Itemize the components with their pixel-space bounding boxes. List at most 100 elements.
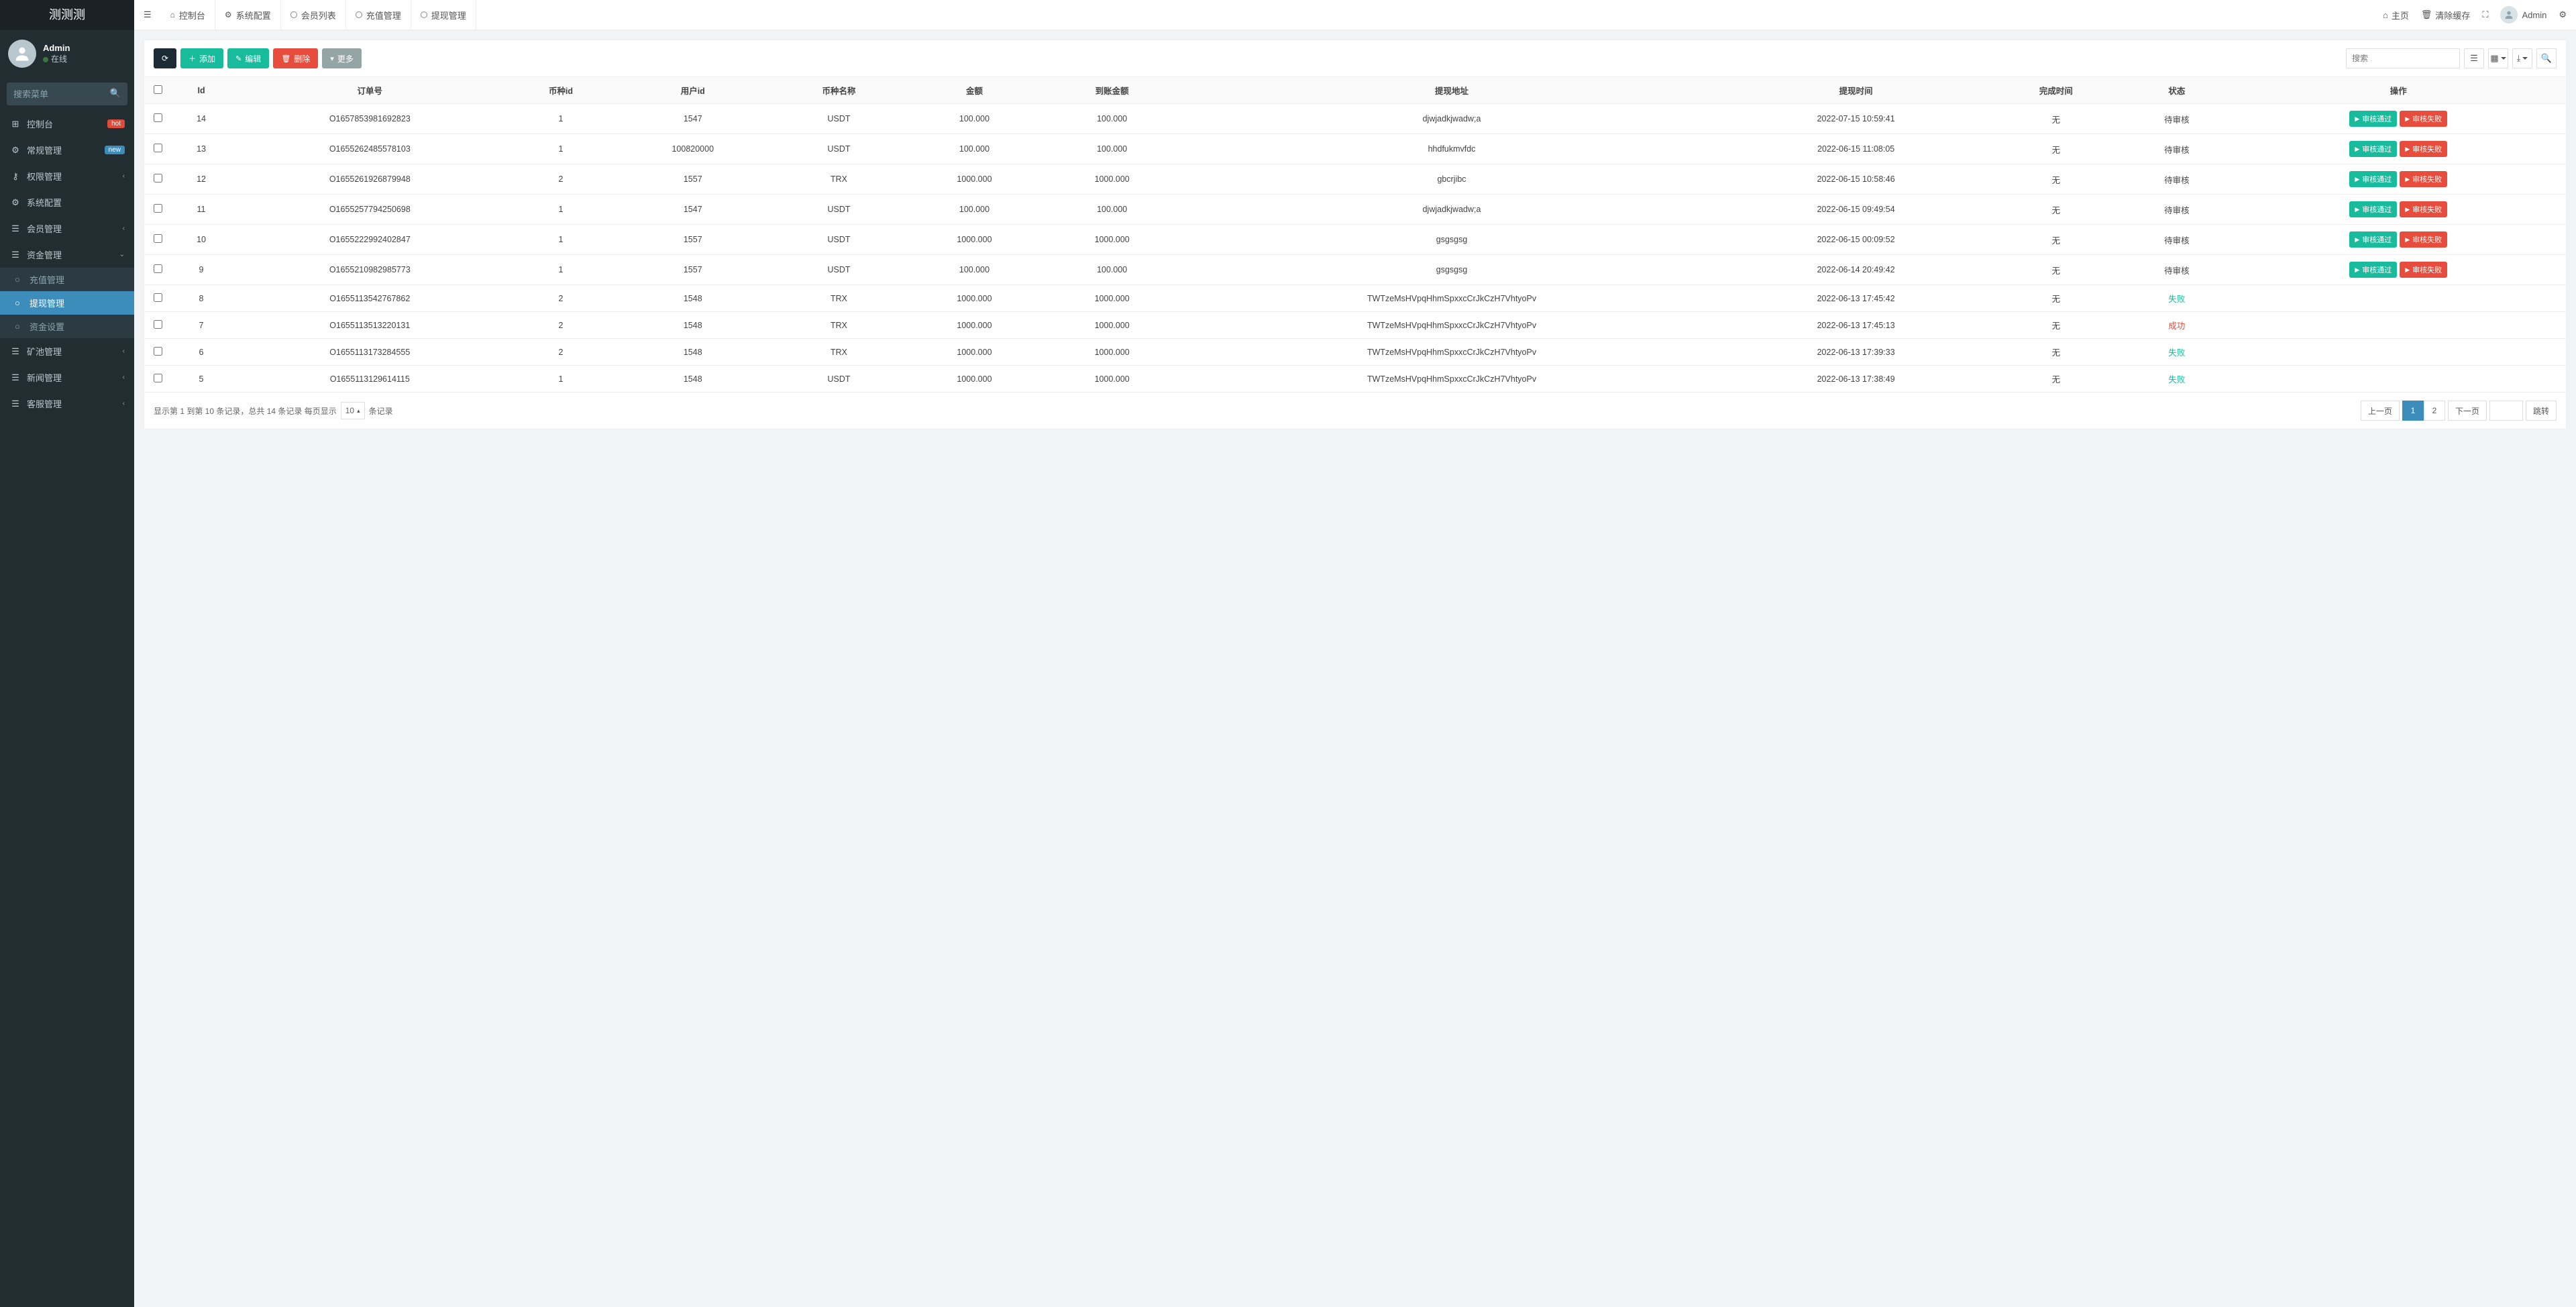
header-clear-cache[interactable]: 🗑清除缓存 bbox=[2421, 9, 2471, 21]
home-icon: ⌂ bbox=[2383, 10, 2388, 20]
play-icon: ▶ bbox=[2355, 146, 2359, 153]
tab-label: 控制台 bbox=[179, 9, 205, 21]
col-header[interactable]: 订单号 bbox=[231, 77, 508, 104]
sidebar-item-资金管理[interactable]: ☰资金管理 bbox=[0, 242, 134, 268]
cell-received: 1000.000 bbox=[1043, 285, 1181, 312]
cell-actions: ▶审核通过▶审核失败 bbox=[2231, 225, 2566, 255]
add-button[interactable]: ＋添加 bbox=[180, 48, 223, 68]
approve-button[interactable]: ▶审核通过 bbox=[2349, 141, 2397, 157]
sidebar-item-矿池管理[interactable]: ☰矿池管理 bbox=[0, 338, 134, 364]
approve-button[interactable]: ▶审核通过 bbox=[2349, 262, 2397, 278]
edit-button[interactable]: ✎编辑 bbox=[227, 48, 269, 68]
col-header[interactable]: 状态 bbox=[2123, 77, 2231, 104]
cell-status: 失败 bbox=[2123, 285, 2231, 312]
row-checkbox[interactable] bbox=[154, 234, 162, 243]
cell-received: 1000.000 bbox=[1043, 225, 1181, 255]
col-header[interactable]: 金额 bbox=[906, 77, 1043, 104]
cell-coin: USDT bbox=[772, 225, 906, 255]
sidebar-item-新闻管理[interactable]: ☰新闻管理 bbox=[0, 364, 134, 390]
cell-id: 7 bbox=[171, 312, 231, 339]
pager-prev[interactable]: 上一页 bbox=[2361, 401, 2400, 421]
menu-icon: ⊞ bbox=[9, 119, 21, 129]
sidebar-subitem-提现管理[interactable]: ○提现管理 bbox=[0, 291, 134, 315]
reject-button[interactable]: ▶审核失败 bbox=[2400, 141, 2447, 157]
columns-button[interactable]: ▦ bbox=[2488, 48, 2508, 68]
cell-addr: TWTzeMsHVpqHhmSpxxcCrJkCzH7VhtyoPv bbox=[1181, 339, 1723, 366]
col-header[interactable]: 操作 bbox=[2231, 77, 2566, 104]
tab-会员列表[interactable]: 会员列表 bbox=[281, 0, 346, 30]
tab-充值管理[interactable]: 充值管理 bbox=[346, 0, 411, 30]
cell-actions: ▶审核通过▶审核失败 bbox=[2231, 134, 2566, 164]
row-checkbox[interactable] bbox=[154, 144, 162, 152]
tab-控制台[interactable]: ⌂ 控制台 bbox=[161, 0, 215, 30]
pager-jump[interactable]: 跳转 bbox=[2526, 401, 2557, 421]
home-icon: ⌂ bbox=[170, 10, 175, 19]
app-logo: 测测测 bbox=[0, 0, 134, 30]
sidebar-item-系统配置[interactable]: ⚙系统配置 bbox=[0, 189, 134, 215]
header-fullscreen[interactable]: ⛶ bbox=[2482, 9, 2488, 20]
toggle-view-button[interactable]: ☰ bbox=[2464, 48, 2484, 68]
reject-button[interactable]: ▶审核失败 bbox=[2400, 111, 2447, 127]
table-row: 6 O1655113173284555 2 1548 TRX 1000.000 … bbox=[144, 339, 2566, 366]
tab-label: 系统配置 bbox=[236, 9, 271, 21]
col-header[interactable]: 到账金额 bbox=[1043, 77, 1181, 104]
sidebar-item-控制台[interactable]: ⊞控制台hot bbox=[0, 111, 134, 137]
row-checkbox[interactable] bbox=[154, 374, 162, 382]
row-checkbox[interactable] bbox=[154, 293, 162, 302]
row-checkbox[interactable] bbox=[154, 174, 162, 182]
row-checkbox[interactable] bbox=[154, 113, 162, 122]
sidebar-subitem-充值管理[interactable]: ○充值管理 bbox=[0, 268, 134, 291]
col-header[interactable] bbox=[144, 77, 171, 104]
per-page-select[interactable]: 10 bbox=[341, 402, 365, 419]
reject-button[interactable]: ▶审核失败 bbox=[2400, 262, 2447, 278]
col-header[interactable]: 完成时间 bbox=[1990, 77, 2123, 104]
select-all-checkbox[interactable] bbox=[154, 85, 162, 94]
sidebar-item-会员管理[interactable]: ☰会员管理 bbox=[0, 215, 134, 242]
col-header[interactable]: 币种id bbox=[508, 77, 614, 104]
col-header[interactable]: 用户id bbox=[613, 77, 772, 104]
tab-提现管理[interactable]: 提现管理 bbox=[411, 0, 476, 30]
table-search-input[interactable] bbox=[2346, 48, 2460, 68]
reject-button[interactable]: ▶审核失败 bbox=[2400, 201, 2447, 217]
user-panel: Admin 在线 bbox=[0, 30, 134, 77]
tab-系统配置[interactable]: ⚙系统配置 bbox=[215, 0, 281, 30]
search-button[interactable]: 🔍 bbox=[2536, 48, 2557, 68]
pager-jump-input[interactable] bbox=[2489, 401, 2523, 421]
pager-page-1[interactable]: 1 bbox=[2402, 401, 2424, 421]
row-checkbox[interactable] bbox=[154, 320, 162, 329]
search-icon[interactable]: 🔍 bbox=[110, 88, 121, 99]
row-checkbox[interactable] bbox=[154, 347, 162, 356]
cell-coin-id: 2 bbox=[508, 312, 614, 339]
main-card: ⟳ ＋添加 ✎编辑 🗑删除 ▾更多 ☰ ▦ ⤓ 🔍 Id订单号币种id用户id币… bbox=[144, 40, 2567, 429]
header-home[interactable]: ⌂主页 bbox=[2383, 9, 2409, 21]
sidebar-subitem-资金设置[interactable]: ○资金设置 bbox=[0, 315, 134, 338]
col-header[interactable]: 币种名称 bbox=[772, 77, 906, 104]
approve-button[interactable]: ▶审核通过 bbox=[2349, 201, 2397, 217]
col-header[interactable]: 提现时间 bbox=[1723, 77, 1990, 104]
export-button[interactable]: ⤓ bbox=[2512, 48, 2532, 68]
menu-toggle[interactable]: ☰ bbox=[134, 0, 161, 30]
approve-button[interactable]: ▶审核通过 bbox=[2349, 171, 2397, 187]
approve-button[interactable]: ▶审核通过 bbox=[2349, 231, 2397, 248]
delete-button[interactable]: 🗑删除 bbox=[273, 48, 318, 68]
cell-order: O1655257794250698 bbox=[231, 195, 508, 225]
sidebar-item-常规管理[interactable]: ⚙常规管理new bbox=[0, 137, 134, 163]
cell-coin: USDT bbox=[772, 195, 906, 225]
more-button[interactable]: ▾更多 bbox=[322, 48, 362, 68]
cell-status: 成功 bbox=[2123, 312, 2231, 339]
avatar-small bbox=[2500, 6, 2518, 23]
refresh-button[interactable]: ⟳ bbox=[154, 48, 176, 68]
sidebar-item-权限管理[interactable]: ⚷权限管理 bbox=[0, 163, 134, 189]
pager-next[interactable]: 下一页 bbox=[2448, 401, 2487, 421]
row-checkbox[interactable] bbox=[154, 264, 162, 273]
reject-button[interactable]: ▶审核失败 bbox=[2400, 231, 2447, 248]
header-settings[interactable]: ⚙ bbox=[2559, 9, 2567, 20]
pager-page-2[interactable]: 2 bbox=[2424, 401, 2445, 421]
col-header[interactable]: 提现地址 bbox=[1181, 77, 1723, 104]
col-header[interactable]: Id bbox=[171, 77, 231, 104]
reject-button[interactable]: ▶审核失败 bbox=[2400, 171, 2447, 187]
sidebar-item-客服管理[interactable]: ☰客服管理 bbox=[0, 390, 134, 417]
approve-button[interactable]: ▶审核通过 bbox=[2349, 111, 2397, 127]
header-user[interactable]: Admin bbox=[2500, 6, 2546, 23]
row-checkbox[interactable] bbox=[154, 204, 162, 213]
